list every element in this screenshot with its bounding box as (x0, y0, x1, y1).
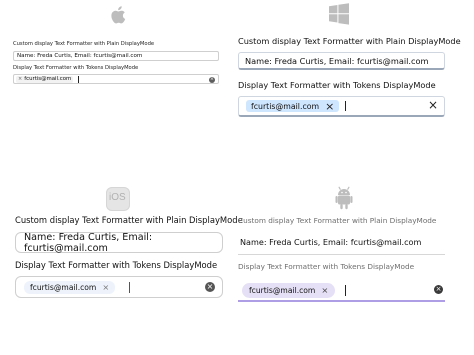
windows-token-chip[interactable]: fcurtis@mail.com × (246, 100, 340, 112)
ios-logo-icon: iOS (106, 187, 130, 211)
ios-tokens-field[interactable]: fcurtis@mail.com × × (15, 276, 223, 298)
android-clear-icon[interactable]: × (434, 285, 443, 294)
android-tokens-field[interactable]: fcurtis@mail.com × × (238, 279, 445, 301)
android-text-caret (345, 284, 347, 296)
mac-clear-icon[interactable]: × (209, 77, 215, 83)
mac-tokens-label: Display Text Formatter with Tokens Displ… (13, 65, 139, 71)
windows-text-caret (345, 101, 347, 111)
windows-token-text: fcurtis@mail.com (251, 101, 320, 111)
windows-logo-icon (329, 3, 349, 25)
android-token-remove-icon[interactable]: × (321, 285, 328, 295)
ios-plain-display-value: Name: Freda Curtis, Email: fcurtis@mail.… (24, 231, 153, 254)
ios-logo-text: iOS (109, 192, 126, 203)
mac-tokens-field[interactable]: × fcurtis@mail.com × (13, 74, 219, 84)
ios-tokens-label: Display Text Formatter with Tokens Displ… (15, 260, 218, 270)
windows-plain-display-field[interactable]: Name: Freda Curtis, Email: fcurtis@mail.… (238, 52, 445, 70)
windows-tokens-field[interactable]: fcurtis@mail.com × × (238, 96, 445, 117)
apple-logo-icon (111, 6, 126, 24)
ios-text-caret (129, 281, 131, 293)
mac-text-caret (78, 75, 80, 83)
ios-clear-icon[interactable]: × (205, 282, 215, 292)
mac-plain-display-value: Name: Freda Curtis, Email: fcurtis@mail.… (17, 53, 143, 59)
android-plain-display-field[interactable]: Name: Freda Curtis, Email: fcurtis@mail.… (238, 232, 445, 252)
mac-token-text: fcurtis@mail.com (24, 76, 72, 82)
android-plain-underline (238, 254, 445, 255)
ios-token-chip[interactable]: fcurtis@mail.com × (24, 280, 116, 294)
windows-token-remove-icon[interactable]: × (325, 101, 334, 112)
android-token-text: fcurtis@mail.com (249, 285, 316, 295)
android-plain-display-value: Name: Freda Curtis, Email: fcurtis@mail.… (240, 237, 422, 247)
windows-plain-label: Custom display Text Formatter with Plain… (238, 36, 461, 46)
android-plain-label: Custom display Text Formatter with Plain… (238, 216, 437, 225)
windows-tokens-label: Display Text Formatter with Tokens Displ… (238, 80, 436, 90)
android-token-chip[interactable]: fcurtis@mail.com × (242, 282, 336, 298)
mac-plain-label: Custom display Text Formatter with Plain… (13, 41, 155, 47)
ios-token-remove-icon[interactable]: × (102, 282, 109, 292)
mac-plain-display-field[interactable]: Name: Freda Curtis, Email: fcurtis@mail.… (13, 51, 219, 61)
android-tokens-label: Display Text Formatter with Tokens Displ… (238, 262, 415, 271)
windows-plain-display-value: Name: Freda Curtis, Email: fcurtis@mail.… (245, 55, 429, 66)
android-logo-icon (335, 186, 353, 210)
ios-plain-label: Custom display Text Formatter with Plain… (15, 215, 243, 225)
android-tokens-underline (238, 300, 445, 302)
ios-token-text: fcurtis@mail.com (30, 282, 97, 292)
mac-token-remove-icon[interactable]: × (18, 76, 22, 82)
ios-plain-display-field[interactable]: Name: Freda Curtis, Email: fcurtis@mail.… (15, 231, 223, 254)
mac-token-chip[interactable]: × fcurtis@mail.com (16, 75, 74, 83)
windows-clear-icon[interactable]: × (428, 98, 438, 112)
